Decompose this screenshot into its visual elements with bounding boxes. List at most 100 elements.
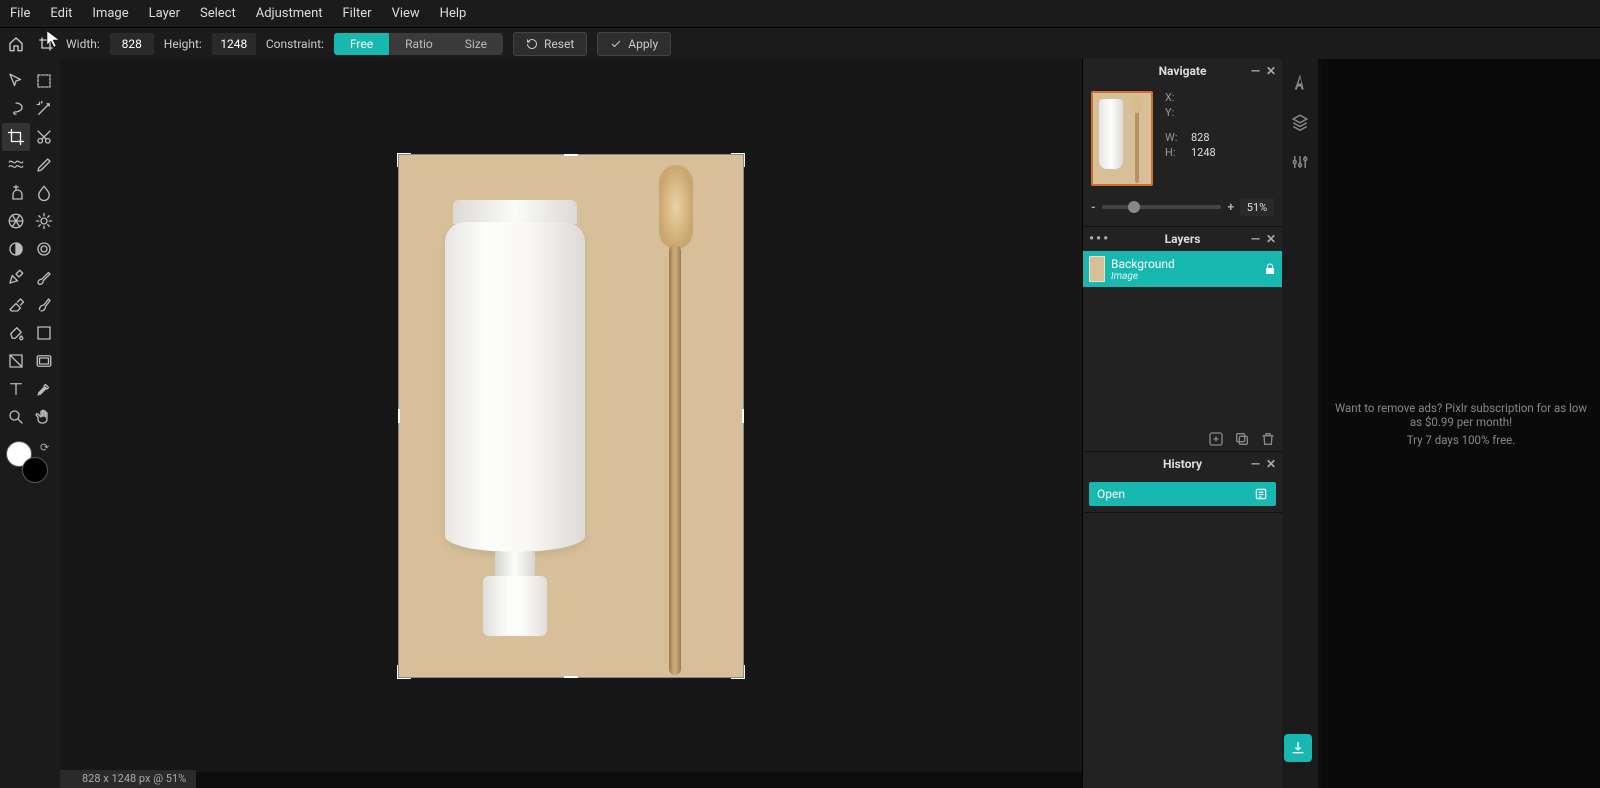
home-icon[interactable]	[6, 34, 26, 54]
menu-view[interactable]: View	[392, 6, 420, 21]
tool-cut[interactable]	[30, 123, 58, 151]
tool-picker[interactable]	[30, 375, 58, 403]
navigate-close-icon[interactable]: ✕	[1266, 64, 1276, 78]
canvas-image[interactable]	[398, 154, 744, 678]
tool-text[interactable]	[2, 375, 30, 403]
tool-liquify[interactable]	[2, 151, 30, 179]
lock-icon[interactable]	[1264, 263, 1276, 275]
menu-file[interactable]: File	[10, 6, 30, 21]
width-input[interactable]	[110, 33, 154, 55]
apply-label: Apply	[628, 37, 658, 51]
canvas-area[interactable]	[60, 59, 1082, 772]
tool-pen[interactable]	[2, 263, 30, 291]
add-layer-icon[interactable]	[1208, 431, 1224, 447]
apply-button[interactable]: Apply	[597, 32, 671, 56]
menu-layer[interactable]: Layer	[149, 6, 180, 21]
history-panel: History — ✕ Open	[1083, 452, 1282, 513]
tool-smudge[interactable]	[30, 291, 58, 319]
swap-colors-icon[interactable]: ⟳	[40, 441, 49, 454]
crop-handle-tl[interactable]	[397, 153, 411, 167]
tool-gradient[interactable]	[30, 319, 58, 347]
zoom-value[interactable]: 51%	[1240, 198, 1274, 216]
layer-row-background[interactable]: Background Image	[1083, 251, 1282, 287]
tool-frame[interactable]	[30, 347, 58, 375]
zoom-out-button[interactable]: -	[1091, 200, 1096, 214]
constraint-label: Constraint:	[266, 37, 324, 51]
menu-help[interactable]: Help	[440, 6, 467, 21]
image-tube	[445, 200, 585, 600]
menu-adjustment[interactable]: Adjustment	[256, 6, 323, 21]
layer-type: Image	[1111, 271, 1175, 282]
reset-button[interactable]: Reset	[513, 32, 587, 56]
crop-handle-tr[interactable]	[731, 153, 745, 167]
crop-handle-l[interactable]	[398, 409, 400, 423]
layer-thumbnail	[1089, 256, 1105, 282]
right-panels: Navigate — ✕ X: Y: W:828 H:1248 - + 51%	[1082, 59, 1282, 788]
options-bar: Width: Height: Constraint: Free Ratio Si…	[0, 27, 1600, 59]
width-label: Width:	[66, 37, 100, 51]
tool-dodge[interactable]	[2, 235, 30, 263]
tab-layers-icon[interactable]	[1291, 113, 1309, 131]
constraint-ratio-button[interactable]: Ratio	[389, 33, 449, 55]
duplicate-layer-icon[interactable]	[1234, 431, 1250, 447]
navigate-thumbnail[interactable]	[1091, 91, 1153, 186]
menu-edit[interactable]: Edit	[50, 6, 72, 21]
height-input[interactable]	[212, 33, 256, 55]
history-minimize-icon[interactable]: —	[1251, 457, 1260, 471]
layers-close-icon[interactable]: ✕	[1266, 232, 1276, 246]
crop-handle-bl[interactable]	[397, 665, 411, 679]
tool-eraser[interactable]	[2, 291, 30, 319]
constraint-free-button[interactable]: Free	[334, 33, 389, 55]
menu-filter[interactable]: Filter	[343, 6, 372, 21]
tool-fill[interactable]	[2, 319, 30, 347]
history-item-icon	[1254, 487, 1268, 501]
zoom-in-button[interactable]: +	[1227, 200, 1234, 214]
tab-adjust-icon[interactable]	[1291, 153, 1309, 171]
tool-lasso[interactable]	[2, 95, 30, 123]
tool-clone[interactable]	[2, 179, 30, 207]
tool-arrow[interactable]	[2, 67, 30, 95]
constraint-group: Free Ratio Size	[334, 33, 503, 55]
ad-line-1: Want to remove ads? Pixlr subscription f…	[1334, 401, 1588, 429]
tool-hand[interactable]	[30, 403, 58, 431]
tool-zoom[interactable]	[2, 403, 30, 431]
layers-options-icon[interactable]: •••	[1089, 231, 1110, 247]
image-toothbrush	[655, 165, 695, 675]
history-item-label: Open	[1097, 487, 1125, 501]
navigate-info: X: Y: W:828 H:1248	[1165, 91, 1274, 186]
zoom-slider[interactable]	[1102, 205, 1222, 209]
menu-bar: File Edit Image Layer Select Adjustment …	[0, 0, 1600, 27]
delete-layer-icon[interactable]	[1260, 431, 1276, 447]
tool-marquee[interactable]	[30, 67, 58, 95]
height-label: Height:	[164, 37, 202, 51]
crop-handle-t[interactable]	[564, 154, 578, 156]
tool-bar: ⟳	[0, 59, 60, 788]
layer-name: Background	[1111, 257, 1175, 271]
tool-shape[interactable]	[2, 347, 30, 375]
tab-text-icon[interactable]	[1291, 73, 1309, 91]
tool-brush[interactable]	[30, 263, 58, 291]
menu-image[interactable]: Image	[92, 6, 128, 21]
history-close-icon[interactable]: ✕	[1266, 457, 1276, 471]
tool-pencil[interactable]	[30, 151, 58, 179]
crop-handle-b[interactable]	[564, 676, 578, 678]
layers-minimize-icon[interactable]: —	[1251, 232, 1260, 246]
ad-panel: Want to remove ads? Pixlr subscription f…	[1322, 59, 1600, 788]
tool-blur[interactable]	[30, 179, 58, 207]
tool-sun[interactable]	[30, 207, 58, 235]
tool-heal[interactable]	[2, 207, 30, 235]
crop-icon[interactable]	[36, 34, 56, 54]
history-item-open[interactable]: Open	[1089, 482, 1276, 506]
background-color[interactable]	[22, 457, 48, 483]
tool-crop[interactable]	[2, 123, 30, 151]
crop-handle-r[interactable]	[742, 409, 744, 423]
tool-sharpen[interactable]	[30, 235, 58, 263]
ad-line-2: Try 7 days 100% free.	[1407, 433, 1516, 447]
color-swatches: ⟳	[2, 441, 58, 491]
menu-select[interactable]: Select	[200, 6, 236, 21]
download-button[interactable]	[1284, 734, 1312, 762]
navigate-minimize-icon[interactable]: —	[1251, 64, 1260, 78]
crop-handle-br[interactable]	[731, 665, 745, 679]
constraint-size-button[interactable]: Size	[449, 33, 503, 55]
tool-wand[interactable]	[30, 95, 58, 123]
